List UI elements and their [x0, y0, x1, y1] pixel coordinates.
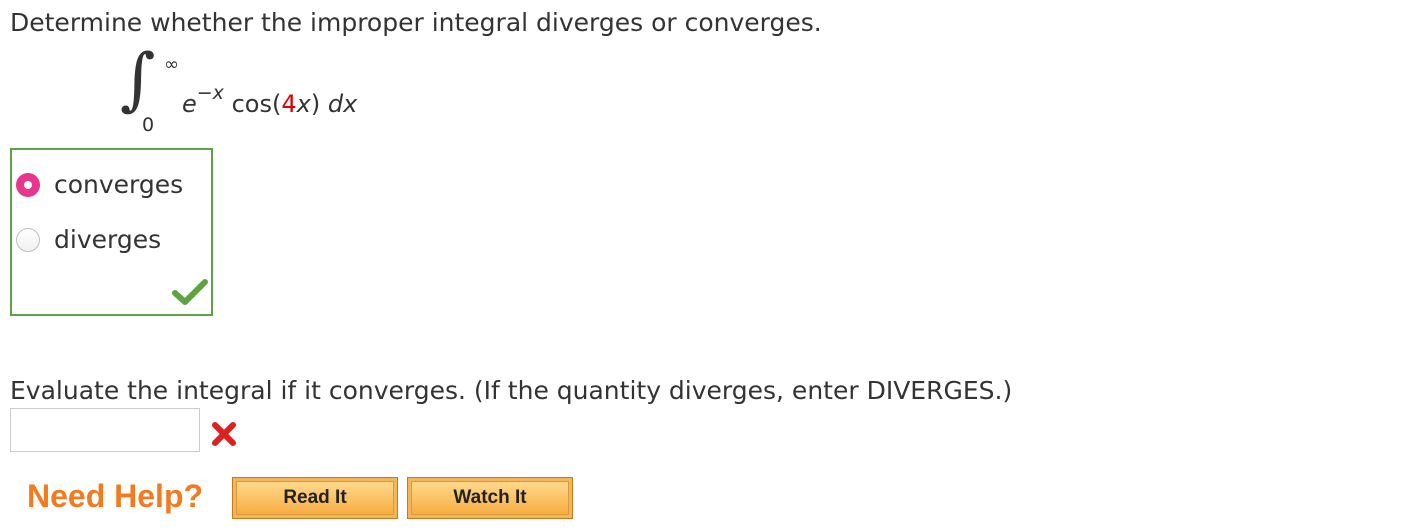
exp-exponent: −x: [196, 82, 224, 104]
cos-close: ): [310, 90, 321, 118]
question-prompt: Determine whether the improper integral …: [10, 8, 822, 37]
integral-sign: ∫: [120, 40, 156, 119]
radio-diverges[interactable]: [16, 227, 40, 252]
radio-converges[interactable]: [16, 172, 40, 197]
upper-limit: ∞: [164, 54, 179, 75]
need-help-label: Need Help?: [27, 478, 204, 514]
answer-choices: converges diverges: [10, 148, 213, 316]
watch-it-button[interactable]: Watch It: [407, 477, 573, 519]
option-label-converges: converges: [54, 170, 184, 199]
cos-variable: x: [296, 90, 311, 118]
integrand: e−x cos(4x) dx: [182, 82, 358, 118]
option-label-diverges: diverges: [54, 225, 162, 254]
integral-expression: ∫ ∞ 0 e−x cos(4x) dx: [120, 46, 420, 142]
differential: dx: [327, 90, 358, 118]
x-icon: [212, 422, 236, 446]
lower-limit: 0: [142, 114, 155, 136]
cos-coefficient: 4: [281, 90, 297, 118]
option-converges[interactable]: converges: [16, 170, 183, 199]
exp-base: e: [182, 90, 197, 118]
evaluate-prompt: Evaluate the integral if it converges. (…: [10, 376, 1013, 405]
read-it-button[interactable]: Read It: [232, 477, 398, 519]
watch-it-label: Watch It: [411, 481, 569, 515]
cos-open: cos(: [231, 90, 282, 118]
option-diverges[interactable]: diverges: [16, 225, 161, 254]
check-icon: [172, 279, 208, 305]
read-it-label: Read It: [236, 481, 394, 515]
answer-input[interactable]: [10, 408, 200, 452]
